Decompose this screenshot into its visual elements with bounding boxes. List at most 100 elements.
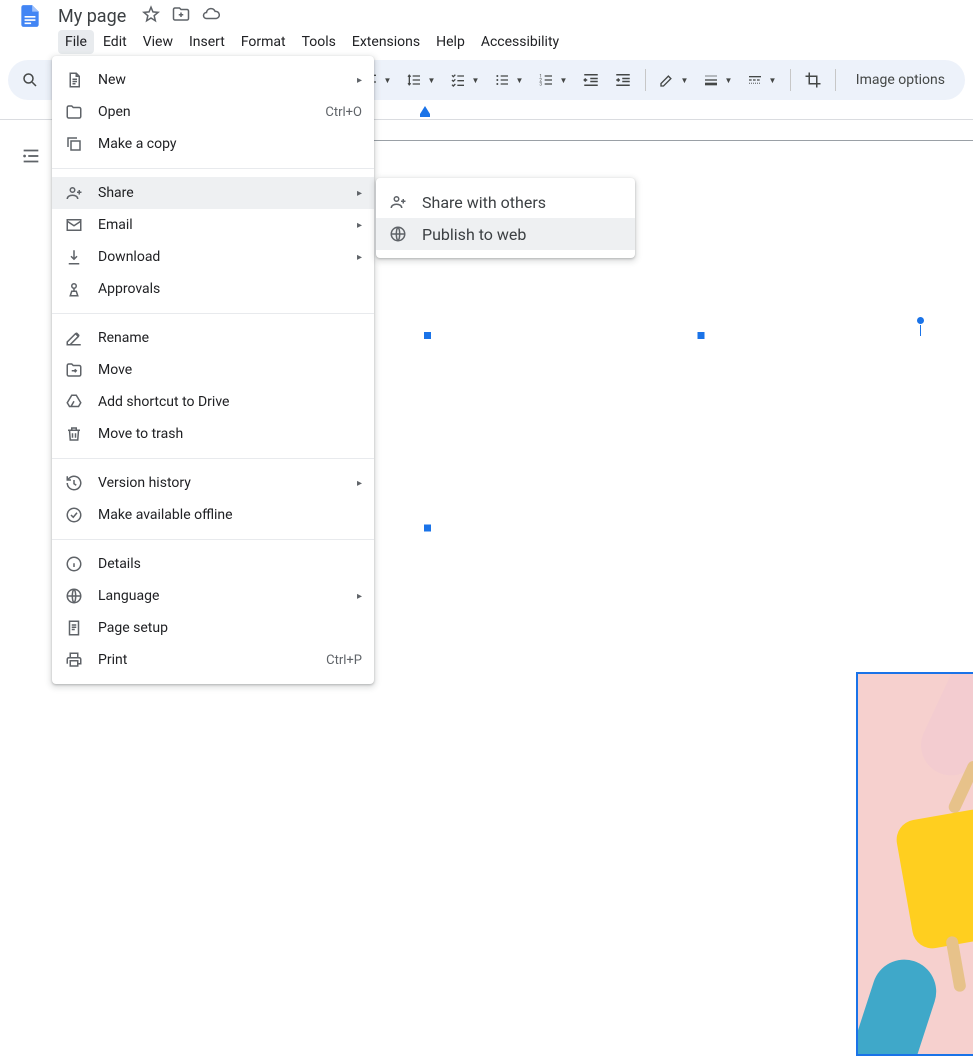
menu-item-label: Open <box>98 104 131 120</box>
menu-item-share[interactable]: Share ▸ <box>52 177 374 209</box>
menu-shortcut: Ctrl+P <box>326 653 362 668</box>
menu-item-label: Move <box>98 362 132 378</box>
menu-item-label: Move to trash <box>98 426 183 442</box>
resize-handle[interactable] <box>423 524 432 533</box>
copy-icon <box>64 134 84 154</box>
submenu-item-publish-web[interactable]: Publish to web <box>376 218 635 250</box>
drive-shortcut-icon <box>64 392 84 412</box>
menu-item-new[interactable]: New ▸ <box>52 64 374 96</box>
menu-separator <box>52 168 374 169</box>
menu-separator <box>52 313 374 314</box>
menu-file[interactable]: File <box>58 30 94 54</box>
menu-tools[interactable]: Tools <box>295 30 343 54</box>
outline-toggle-icon[interactable] <box>20 145 42 171</box>
menu-insert[interactable]: Insert <box>182 30 232 54</box>
history-icon <box>64 473 84 493</box>
menu-separator <box>52 539 374 540</box>
border-weight-icon[interactable]: ▼ <box>698 66 738 94</box>
toolbar-separator <box>645 69 646 91</box>
menu-item-label: Make available offline <box>98 507 233 523</box>
menu-accessibility[interactable]: Accessibility <box>474 30 566 54</box>
menu-item-print[interactable]: Print Ctrl+P <box>52 644 374 676</box>
document-icon <box>64 70 84 90</box>
offline-icon <box>64 505 84 525</box>
chevron-down-icon: ▼ <box>471 76 479 85</box>
document-image-content <box>858 674 973 1054</box>
menu-item-label: Email <box>98 217 133 233</box>
cloud-status-icon[interactable] <box>202 5 220 27</box>
star-icon[interactable] <box>142 5 160 27</box>
menu-view[interactable]: View <box>136 30 180 54</box>
menu-item-add-shortcut[interactable]: Add shortcut to Drive <box>52 386 374 418</box>
menu-help[interactable]: Help <box>429 30 472 54</box>
move-icon[interactable] <box>172 5 190 27</box>
menu-item-download[interactable]: Download ▸ <box>52 241 374 273</box>
toolbar-separator <box>790 69 791 91</box>
menu-item-open[interactable]: Open Ctrl+O <box>52 96 374 128</box>
menu-item-label: Print <box>98 652 127 668</box>
person-add-icon <box>388 192 408 212</box>
menu-item-label: New <box>98 72 126 88</box>
person-add-icon <box>64 183 84 203</box>
numbered-list-icon[interactable]: 123▼ <box>533 66 573 94</box>
crop-icon[interactable] <box>799 66 827 94</box>
menu-item-label: Rename <box>98 330 149 346</box>
document-title[interactable]: My page <box>54 5 130 28</box>
border-color-icon[interactable]: ▼ <box>654 66 694 94</box>
menu-extensions[interactable]: Extensions <box>345 30 427 54</box>
print-icon <box>64 650 84 670</box>
rotate-connector <box>920 325 921 336</box>
chevron-down-icon: ▼ <box>427 76 435 85</box>
menu-item-rename[interactable]: Rename <box>52 322 374 354</box>
menu-item-label: Share <box>98 185 134 201</box>
approvals-icon <box>64 279 84 299</box>
line-spacing-icon[interactable]: ▼ <box>401 66 441 94</box>
menu-item-approvals[interactable]: Approvals <box>52 273 374 305</box>
email-icon <box>64 215 84 235</box>
horizontal-rule <box>370 140 973 141</box>
globe-icon <box>64 586 84 606</box>
menu-edit[interactable]: Edit <box>96 30 134 54</box>
menu-separator <box>52 458 374 459</box>
menu-item-make-copy[interactable]: Make a copy <box>52 128 374 160</box>
share-submenu: Share with others Publish to web <box>376 178 635 258</box>
indent-marker-icon[interactable] <box>420 106 430 114</box>
increase-indent-icon[interactable] <box>609 66 637 94</box>
resize-handle[interactable] <box>423 331 432 340</box>
svg-text:3: 3 <box>539 81 542 87</box>
menu-item-label: Download <box>98 249 160 265</box>
submenu-item-share-others[interactable]: Share with others <box>376 186 635 218</box>
menu-shortcut: Ctrl+O <box>325 105 362 120</box>
decrease-indent-icon[interactable] <box>577 66 605 94</box>
menu-item-version-history[interactable]: Version history ▸ <box>52 467 374 499</box>
menu-item-offline[interactable]: Make available offline <box>52 499 374 531</box>
menu-item-label: Approvals <box>98 281 160 297</box>
menu-item-page-setup[interactable]: Page setup <box>52 612 374 644</box>
chevron-down-icon: ▼ <box>724 76 732 85</box>
menu-item-move[interactable]: Move <box>52 354 374 386</box>
search-menus-icon[interactable] <box>16 66 44 94</box>
menu-format[interactable]: Format <box>234 30 293 54</box>
menu-item-details[interactable]: Details <box>52 548 374 580</box>
menu-item-language[interactable]: Language ▸ <box>52 580 374 612</box>
submenu-arrow-icon: ▸ <box>357 591 362 602</box>
menu-item-label: Make a copy <box>98 136 177 152</box>
menu-item-email[interactable]: Email ▸ <box>52 209 374 241</box>
submenu-arrow-icon: ▸ <box>357 220 362 231</box>
border-dash-icon[interactable]: ▼ <box>742 66 782 94</box>
bulleted-list-icon[interactable]: ▼ <box>489 66 529 94</box>
image-options-button[interactable]: Image options <box>844 72 957 88</box>
rotate-handle[interactable] <box>916 316 925 325</box>
menu-item-label: Page setup <box>98 620 168 636</box>
selected-image[interactable] <box>428 336 973 720</box>
menu-item-label: Share with others <box>422 193 546 212</box>
info-icon <box>64 554 84 574</box>
chevron-down-icon: ▼ <box>768 76 776 85</box>
menu-item-move-trash[interactable]: Move to trash <box>52 418 374 450</box>
menu-item-label: Add shortcut to Drive <box>98 394 229 410</box>
resize-handle[interactable] <box>696 331 705 340</box>
checklist-icon[interactable]: ▼ <box>445 66 485 94</box>
menu-item-label: Version history <box>98 475 191 491</box>
chevron-down-icon: ▼ <box>559 76 567 85</box>
menu-item-label: Publish to web <box>422 225 526 244</box>
